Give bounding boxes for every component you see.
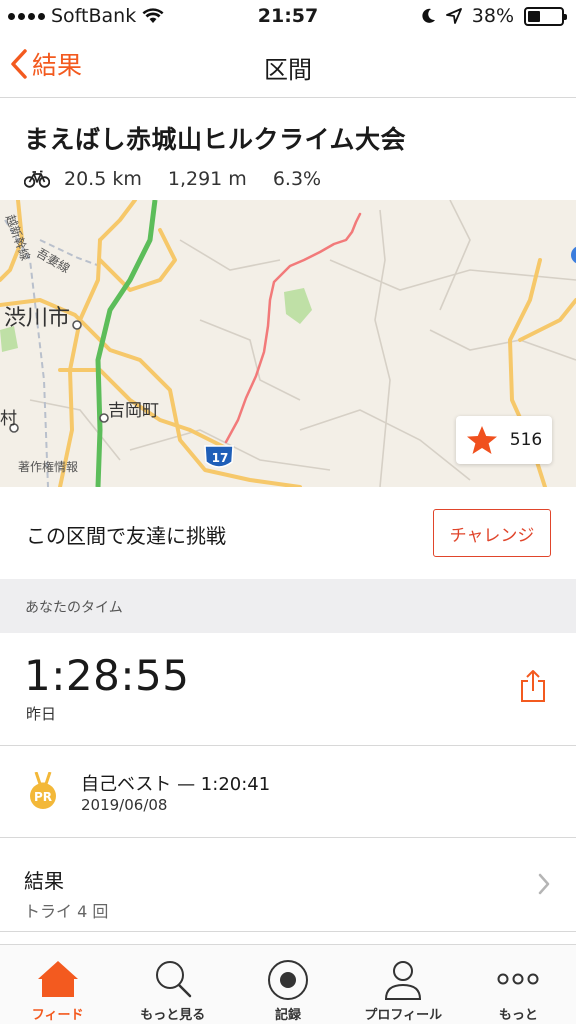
tab-more[interactable]: もっと xyxy=(461,945,576,1024)
map-label-village: 村 xyxy=(0,409,17,429)
tab-explore[interactable]: もっと見る xyxy=(115,945,230,1024)
segment-name: まえばし赤城山ヒルクライム大会 xyxy=(24,125,407,154)
home-icon xyxy=(37,961,78,997)
results-title: 結果 xyxy=(24,869,64,893)
tab-record[interactable]: 記録 xyxy=(230,945,345,1024)
tab-profile[interactable]: プロフィール xyxy=(346,945,461,1024)
tab-label: フィード xyxy=(31,1008,84,1023)
tab-label: もっと xyxy=(498,1008,538,1023)
results-attempts: トライ 4 回 xyxy=(24,902,109,921)
battery-percent: 38% xyxy=(471,5,514,27)
personal-best-date: 2019/06/08 xyxy=(81,796,168,814)
search-icon xyxy=(155,961,192,998)
personal-best-row: PR 自己ベスト — 1:20:41 2019/06/08 xyxy=(0,746,576,838)
page-title: 区間 xyxy=(264,56,312,84)
location-icon xyxy=(445,8,462,24)
record-icon xyxy=(268,960,308,1000)
your-time-row: 1:28:55 昨日 xyxy=(0,633,576,746)
map-label-town: 吉岡町 xyxy=(108,401,159,421)
segment-header: まえばし赤城山ヒルクライム大会 20.5 km 1,291 m 6.3% xyxy=(24,120,406,190)
park-area xyxy=(284,288,312,324)
pr-medal-icon: PR xyxy=(30,772,56,809)
share-icon xyxy=(521,670,545,702)
map-label-city: 渋川市 xyxy=(4,306,71,331)
segment-elevation: 1,291 m xyxy=(167,168,247,190)
star-segment-button[interactable]: 516 xyxy=(456,416,552,464)
tab-label: 記録 xyxy=(275,1008,302,1023)
route-shield-label: 17 xyxy=(211,451,229,465)
tab-label: もっと見る xyxy=(140,1008,206,1023)
tab-label: プロフィール xyxy=(364,1008,443,1023)
challenge-button[interactable]: チャレンジ xyxy=(433,509,551,557)
more-icon xyxy=(497,973,539,985)
challenge-row: この区間で友達に挑戦 チャレンジ xyxy=(0,487,576,579)
results-row[interactable]: 結果 トライ 4 回 xyxy=(0,838,576,932)
city-marker xyxy=(72,320,82,330)
bike-icon xyxy=(24,170,50,188)
personal-best-title: 自己ベスト — 1:20:41 xyxy=(81,774,271,795)
section-header: あなたのタイム xyxy=(0,579,576,633)
time-date: 昨日 xyxy=(26,705,57,723)
moon-icon xyxy=(422,8,435,23)
time-value: 1:28:55 xyxy=(24,651,190,700)
share-button[interactable] xyxy=(520,669,546,707)
map-edge-marker xyxy=(571,246,576,264)
battery-icon xyxy=(524,6,567,26)
navigation-bar: 結果 区間 xyxy=(0,34,576,98)
segment-route-line xyxy=(224,212,362,444)
segment-grade: 6.3% xyxy=(272,168,322,190)
star-count-value: 516 xyxy=(509,430,543,450)
profile-icon xyxy=(385,961,422,1000)
segment-distance: 20.5 km xyxy=(64,168,142,190)
section-header-label: あなたのタイム xyxy=(25,600,123,616)
tab-feed[interactable]: フィード xyxy=(0,945,115,1024)
map-attribution-link[interactable]: 著作権情報 xyxy=(18,458,78,475)
challenge-text: この区間で友達に挑戦 xyxy=(26,524,226,548)
segment-stats: 20.5 km 1,291 m 6.3% xyxy=(24,168,406,190)
tab-bar: フィード もっと見る 記録 プロフィール もっと xyxy=(0,944,576,1024)
status-bar: SoftBank 21:57 38% xyxy=(0,0,576,34)
town-marker xyxy=(99,413,109,423)
pr-medal-label: PR xyxy=(34,790,52,804)
star-icon xyxy=(466,425,497,454)
status-right: 38% xyxy=(422,5,567,27)
chevron-right-icon xyxy=(538,873,550,895)
